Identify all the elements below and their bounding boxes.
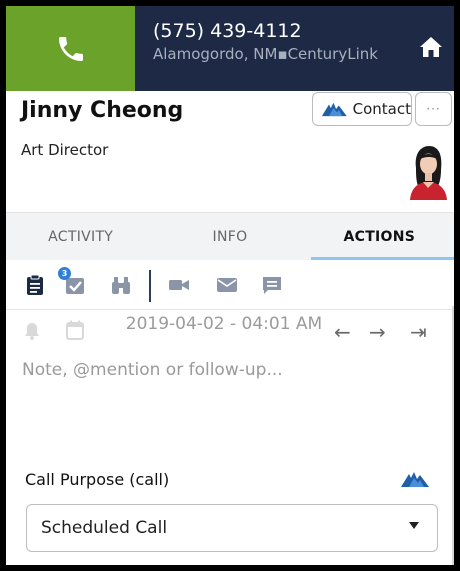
contact-title: Art Director xyxy=(21,141,109,159)
calendar-icon[interactable] xyxy=(66,320,84,340)
mail-icon xyxy=(217,278,237,292)
phone-number: (575) 439-4112 xyxy=(153,20,302,42)
phone-icon xyxy=(58,36,83,61)
home-icon xyxy=(420,37,442,57)
crm-logo-icon xyxy=(401,472,429,487)
tab-info[interactable]: INFO xyxy=(155,213,304,260)
call-purpose-select[interactable]: Scheduled Call xyxy=(26,504,438,552)
video-tool-button[interactable] xyxy=(166,272,192,298)
chat-tool-button[interactable] xyxy=(259,272,285,298)
app-frame: (575) 439-4112 Alamogordo, NM▪CenturyLin… xyxy=(6,6,454,565)
video-icon xyxy=(169,280,189,290)
contact-name: Jinny Cheong xyxy=(21,98,184,123)
task-tool-button[interactable]: 3 xyxy=(58,267,88,298)
clipboard-icon xyxy=(27,274,43,295)
schedule-datetime[interactable]: 2019-04-02 - 04:01 AM xyxy=(124,316,324,333)
previous-arrow-icon[interactable]: ← xyxy=(334,322,351,342)
tab-bar: ACTIVITY INFO ACTIONS xyxy=(6,212,454,260)
note-input[interactable] xyxy=(22,360,442,430)
call-purpose-label: Call Purpose (call) xyxy=(25,470,170,489)
tab-activity[interactable]: ACTIVITY xyxy=(6,213,155,260)
chat-icon xyxy=(263,277,281,294)
chevron-down-icon xyxy=(409,522,419,529)
binoculars-icon xyxy=(112,277,130,294)
action-toolbar: 3 xyxy=(6,260,454,310)
call-button[interactable] xyxy=(6,6,135,91)
avatar xyxy=(410,146,447,200)
lookup-tool-button[interactable] xyxy=(108,272,134,298)
crm-logo-icon xyxy=(321,102,347,117)
note-tool-button[interactable] xyxy=(22,272,48,298)
mail-tool-button[interactable] xyxy=(214,272,240,298)
call-purpose-value: Scheduled Call xyxy=(41,518,168,538)
scrollbar[interactable] xyxy=(452,306,454,565)
more-options-button[interactable]: ··· xyxy=(415,92,452,126)
jump-to-end-icon[interactable]: ⇥ xyxy=(410,322,427,342)
bell-icon[interactable] xyxy=(24,322,40,340)
task-count-badge: 3 xyxy=(58,267,71,280)
home-button[interactable] xyxy=(416,32,446,62)
tab-actions[interactable]: ACTIONS xyxy=(305,213,454,260)
contact-button-label: Contact xyxy=(352,100,411,118)
location-carrier: Alamogordo, NM▪CenturyLink xyxy=(153,45,378,63)
schedule-row: 2019-04-02 - 04:01 AM ← → ⇥ xyxy=(6,312,454,356)
next-arrow-icon[interactable]: → xyxy=(369,322,386,342)
call-bar: (575) 439-4112 Alamogordo, NM▪CenturyLin… xyxy=(6,6,454,91)
toolbar-divider xyxy=(149,270,151,302)
contact-button[interactable]: Contact xyxy=(312,92,412,126)
